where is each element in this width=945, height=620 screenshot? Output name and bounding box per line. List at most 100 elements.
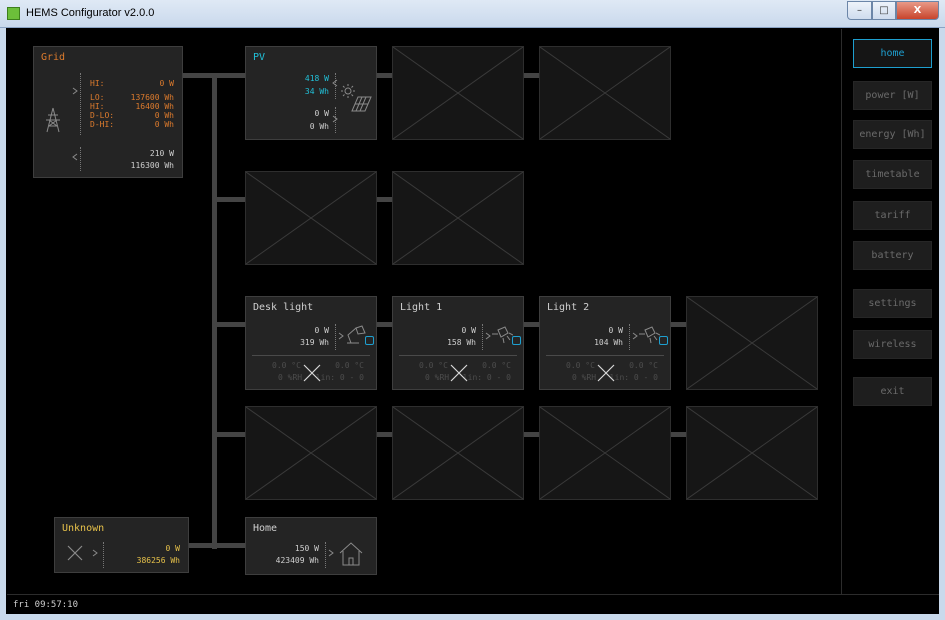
light2-card[interactable]: Light 2 0 W 104 Wh 0.0 °C 0.0 °C 0 %RH l… [539, 296, 671, 390]
app-icon [7, 7, 20, 20]
empty-slot[interactable] [245, 171, 377, 265]
light1-energy: 158 Wh [447, 338, 476, 347]
light2-power: 0 W [608, 326, 623, 335]
bus-line [524, 432, 540, 437]
maximize-button[interactable]: □ [872, 1, 896, 20]
empty-slot[interactable] [539, 406, 671, 500]
light2-humidity: 0 %RH [572, 373, 597, 382]
pylon-icon [46, 107, 60, 133]
consumption-arrow-icon [92, 549, 98, 557]
empty-slot[interactable] [392, 46, 524, 140]
home-title: Home [253, 523, 278, 534]
light2-temp1: 0.0 °C [566, 361, 595, 370]
grid-hi-label: HI: [90, 79, 105, 88]
light1-lin: lin: 0 - 0 [462, 373, 511, 382]
grid-export-power: 210 W [149, 149, 174, 158]
light1-card[interactable]: Light 1 0 W 158 Wh 0.0 °C 0.0 °C 0 %RH l… [392, 296, 524, 390]
home-power: 150 W [294, 544, 319, 553]
bus-line [524, 73, 540, 78]
bus-line [524, 322, 540, 327]
home-card[interactable]: Home 150 W 423409 Wh [245, 517, 377, 575]
desk-light-temp2: 0.0 °C [335, 361, 364, 370]
bus-line [671, 322, 687, 327]
desk-light-title: Desk light [253, 302, 314, 313]
home-energy: 423409 Wh [275, 556, 319, 565]
nav-settings-button[interactable]: settings [853, 289, 932, 318]
grid-hi-value: 0 W [159, 79, 174, 88]
unknown-device-icon [67, 545, 83, 561]
bus-line [212, 432, 246, 437]
grid-dlo-label: D-LO: [90, 111, 115, 120]
spotlight-icon [492, 326, 513, 344]
grid-dlo-value: 0 Wh [154, 111, 174, 120]
grid-hi-energy-label: HI: [90, 102, 105, 111]
empty-slot[interactable] [392, 171, 524, 265]
bus-line [212, 197, 246, 202]
grid-dhi-value: 0 Wh [154, 120, 174, 129]
title-bar[interactable]: HEMS Configurator v2.0.0 – □ X [0, 0, 945, 28]
light2-temp2: 0.0 °C [629, 361, 658, 370]
unknown-title: Unknown [62, 523, 105, 534]
desk-light-card[interactable]: Desk light 0 W 319 Wh 0.0 °C 0.0 °C 0 %R… [245, 296, 377, 390]
light1-temp1: 0.0 °C [419, 361, 448, 370]
bus-line [188, 543, 246, 548]
pv-in-arrow-icon [332, 115, 338, 123]
desk-light-lin: lin: 0 - 0 [315, 373, 364, 382]
nav-power-button[interactable]: power [W] [853, 81, 932, 110]
nav-tariff-button[interactable]: tariff [853, 201, 932, 230]
export-arrow-icon [72, 153, 78, 161]
nav-battery-button[interactable]: battery [853, 241, 932, 270]
nav-wireless-button[interactable]: wireless [853, 330, 932, 359]
minimize-button[interactable]: – [847, 1, 872, 20]
light1-power: 0 W [461, 326, 476, 335]
navigation-sidebar: home power [W] energy [Wh] timetable tar… [841, 29, 940, 595]
grid-lo-label: LO: [90, 93, 105, 102]
pv-out-arrow-icon [332, 79, 338, 87]
consumption-arrow-icon [328, 549, 334, 557]
grid-title: Grid [41, 52, 66, 63]
bus-line [377, 73, 393, 78]
device-toggle[interactable] [512, 336, 521, 345]
topology-canvas: Grid HI: 0 W LO: 137600 Wh HI: 16400 Wh … [7, 29, 839, 595]
device-toggle[interactable] [365, 336, 374, 345]
empty-slot[interactable] [245, 406, 377, 500]
light2-energy: 104 Wh [594, 338, 623, 347]
light1-title: Light 1 [400, 302, 443, 313]
solar-panel-icon [341, 84, 372, 112]
nav-exit-button[interactable]: exit [853, 377, 932, 406]
desk-light-energy: 319 Wh [300, 338, 329, 347]
nav-home-button[interactable]: home [853, 39, 932, 68]
pv-title: PV [253, 52, 266, 63]
bus-line [377, 432, 393, 437]
empty-slot[interactable] [392, 406, 524, 500]
window-title: HEMS Configurator v2.0.0 [26, 7, 155, 19]
pv-card[interactable]: PV 418 W 34 Wh 0 W 0 Wh [245, 46, 377, 140]
bus-line [671, 432, 687, 437]
bus-line [212, 322, 246, 327]
nav-timetable-button[interactable]: timetable [853, 160, 932, 189]
bus-line [377, 322, 393, 327]
grid-card[interactable]: Grid HI: 0 W LO: 137600 Wh HI: 16400 Wh … [33, 46, 183, 178]
empty-slot[interactable] [686, 406, 818, 500]
close-button[interactable]: X [896, 1, 939, 20]
pv-consumption-power: 0 W [314, 109, 329, 118]
nav-energy-button[interactable]: energy [Wh] [853, 120, 932, 149]
status-bar: fri 09:57:10 [7, 594, 939, 614]
desk-light-humidity: 0 %RH [278, 373, 303, 382]
spotlight-icon [639, 326, 660, 344]
empty-slot[interactable] [539, 46, 671, 140]
pv-production-power: 418 W [304, 74, 329, 83]
window-frame-left [0, 28, 6, 620]
desk-light-temp1: 0.0 °C [272, 361, 301, 370]
desk-lamp-icon [347, 325, 366, 344]
grid-hi-energy-value: 16400 Wh [135, 102, 174, 111]
import-arrow-icon [72, 87, 78, 95]
unknown-card[interactable]: Unknown 0 W 386256 Wh [54, 517, 189, 573]
empty-slot[interactable] [686, 296, 818, 390]
window-frame-bottom [0, 614, 945, 620]
pv-consumption-energy: 0 Wh [309, 122, 329, 131]
unknown-power: 0 W [165, 544, 180, 553]
main-bus [212, 73, 217, 549]
device-toggle[interactable] [659, 336, 668, 345]
light2-title: Light 2 [547, 302, 590, 313]
